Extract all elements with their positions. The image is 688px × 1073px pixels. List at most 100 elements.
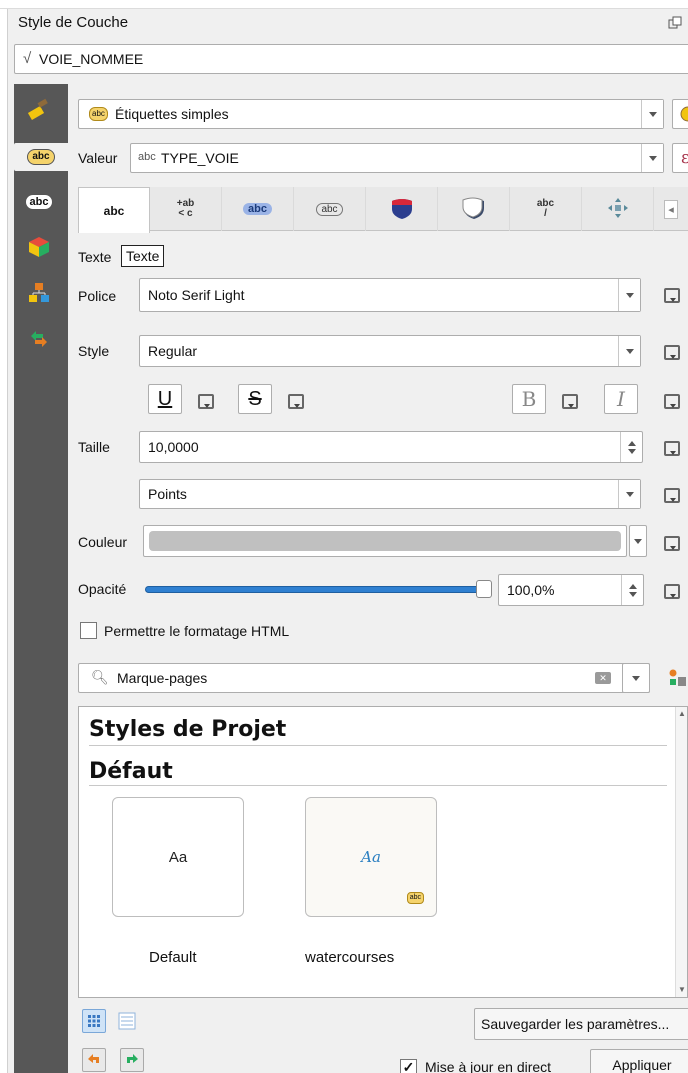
bold-override-button[interactable]: [560, 390, 578, 410]
unit-dropdown-arrow[interactable]: [618, 480, 640, 508]
color-override-button[interactable]: [662, 532, 680, 552]
strikeout-button[interactable]: S: [238, 384, 272, 414]
buffer-tab-icon: abc: [243, 203, 272, 215]
tab-shadow[interactable]: [438, 187, 510, 231]
mask-tab-icon: abc: [316, 202, 343, 216]
float-panel-icon[interactable]: [667, 16, 683, 32]
data-defined-icon: [662, 534, 680, 551]
diagram-icon: [27, 281, 51, 308]
size-spin-buttons[interactable]: [620, 432, 642, 462]
sidebar-item-diagrams[interactable]: [20, 280, 58, 308]
tabs-scroll-left[interactable]: ◂: [654, 187, 688, 231]
epsilon-icon: ε: [681, 148, 688, 168]
sidebar-item-labels[interactable]: abc: [14, 143, 68, 171]
value-dropdown-arrow[interactable]: [641, 144, 663, 172]
scroll-down-icon[interactable]: ▼: [678, 985, 686, 994]
apply-button[interactable]: Appliquer: [590, 1049, 688, 1073]
html-formatting-checkbox[interactable]: [80, 622, 97, 639]
live-update-checkbox[interactable]: ✓: [400, 1059, 417, 1073]
data-defined-icon: [662, 439, 680, 456]
scroll-up-icon[interactable]: ▲: [678, 709, 686, 718]
opacity-label: Opacité: [78, 581, 127, 597]
color-button[interactable]: [143, 525, 627, 557]
italic-button[interactable]: I: [604, 384, 638, 414]
chevron-down-icon: [634, 539, 642, 544]
clear-icon[interactable]: ✕: [595, 672, 611, 684]
cube-icon: [27, 235, 51, 262]
background-tab-icon: [389, 196, 415, 223]
tab-mask[interactable]: abc: [294, 187, 366, 231]
search-dropdown[interactable]: [622, 663, 650, 693]
data-defined-icon: [662, 343, 680, 360]
font-combo[interactable]: Noto Serif Light: [139, 278, 641, 312]
size-spinbox[interactable]: 10,0000: [139, 431, 643, 463]
tab-background[interactable]: [366, 187, 438, 231]
renderer-combo[interactable]: abc Étiquettes simples: [78, 99, 664, 129]
strikeout-override-button[interactable]: [286, 390, 304, 410]
style-manager-button[interactable]: [672, 99, 688, 129]
tab-callouts[interactable]: abc /: [510, 187, 582, 231]
opacity-override-button[interactable]: [662, 580, 680, 600]
opacity-slider-handle[interactable]: [476, 580, 492, 598]
sidebar-item-symbology[interactable]: [20, 96, 58, 124]
text-tab-icon: abc: [103, 203, 125, 218]
style-override-button[interactable]: [662, 341, 680, 361]
sidebar-item-history[interactable]: [20, 326, 58, 354]
tab-formatting[interactable]: +ab < c: [150, 187, 222, 231]
bold-button[interactable]: B: [512, 384, 546, 414]
divider: [89, 745, 667, 746]
left-edge: [0, 9, 8, 1073]
style-combo[interactable]: Regular: [139, 335, 641, 367]
label-tabs: abc +ab < c abc abc abc / ◂: [78, 187, 688, 233]
unit-override-button[interactable]: [662, 484, 680, 504]
icon-view-button[interactable]: [82, 1009, 106, 1033]
top-edge: [0, 0, 688, 9]
style-library: Styles de Projet Défaut Aa Default Aa ab…: [78, 706, 688, 998]
style-card-watercourses[interactable]: Aa abc: [305, 797, 437, 917]
style-card-default[interactable]: Aa: [112, 797, 244, 917]
size-override-button[interactable]: [662, 437, 680, 457]
size-unit-combo[interactable]: Points: [139, 479, 641, 509]
labels-icon: abc: [27, 149, 55, 165]
opacity-slider-track[interactable]: [145, 586, 487, 593]
data-defined-icon: [560, 392, 578, 409]
bold-glyph: B: [521, 387, 537, 411]
list-view-button[interactable]: [118, 1012, 136, 1033]
tab-buffer[interactable]: abc: [222, 187, 294, 231]
search-placeholder: Marque-pages: [117, 670, 208, 686]
font-override-button[interactable]: [662, 284, 680, 304]
size-value: 10,0000: [148, 439, 199, 455]
mask-icon: abc: [24, 194, 54, 210]
underline-override-button[interactable]: [196, 390, 214, 410]
italic-override-button[interactable]: [662, 390, 680, 410]
style-name: watercourses: [305, 949, 395, 966]
style-badge: abc: [406, 892, 424, 904]
style-label: Style: [78, 343, 110, 359]
data-defined-icon: [662, 286, 680, 303]
style-dropdown-arrow[interactable]: [618, 336, 640, 366]
undo-button[interactable]: [82, 1048, 106, 1072]
renderer-selected: Étiquettes simples: [115, 106, 229, 122]
value-field-combo[interactable]: abc TYPE_VOIE: [130, 143, 664, 173]
tab-placement[interactable]: [582, 187, 654, 231]
layer-combo[interactable]: √ VOIE_NOMMEE: [14, 44, 688, 74]
html-formatting-label: Permettre le formatage HTML: [104, 623, 290, 639]
renderer-dropdown-arrow[interactable]: [641, 100, 663, 128]
shapes-icon[interactable]: [668, 668, 686, 691]
data-defined-icon: [662, 582, 680, 599]
color-dropdown[interactable]: [629, 525, 647, 557]
font-dropdown-arrow[interactable]: [618, 279, 640, 311]
library-scrollbar[interactable]: ▲ ▼: [675, 707, 687, 997]
text-section-label: Texte: [78, 249, 112, 265]
redo-button[interactable]: [120, 1048, 144, 1072]
save-settings-button[interactable]: Sauvegarder les paramètres...: [474, 1008, 688, 1040]
opacity-spinbox[interactable]: 100,0%: [498, 574, 644, 606]
data-defined-icon: [196, 392, 214, 409]
underline-button[interactable]: U: [148, 384, 182, 414]
sidebar-item-3d[interactable]: [20, 234, 58, 262]
opacity-spin-buttons[interactable]: [621, 575, 643, 605]
tab-text[interactable]: abc: [78, 187, 150, 233]
sidebar-item-masks[interactable]: abc: [20, 188, 58, 216]
style-search-input[interactable]: 🔍︎ Marque-pages ✕: [78, 663, 650, 693]
expression-button[interactable]: ε: [672, 143, 688, 173]
